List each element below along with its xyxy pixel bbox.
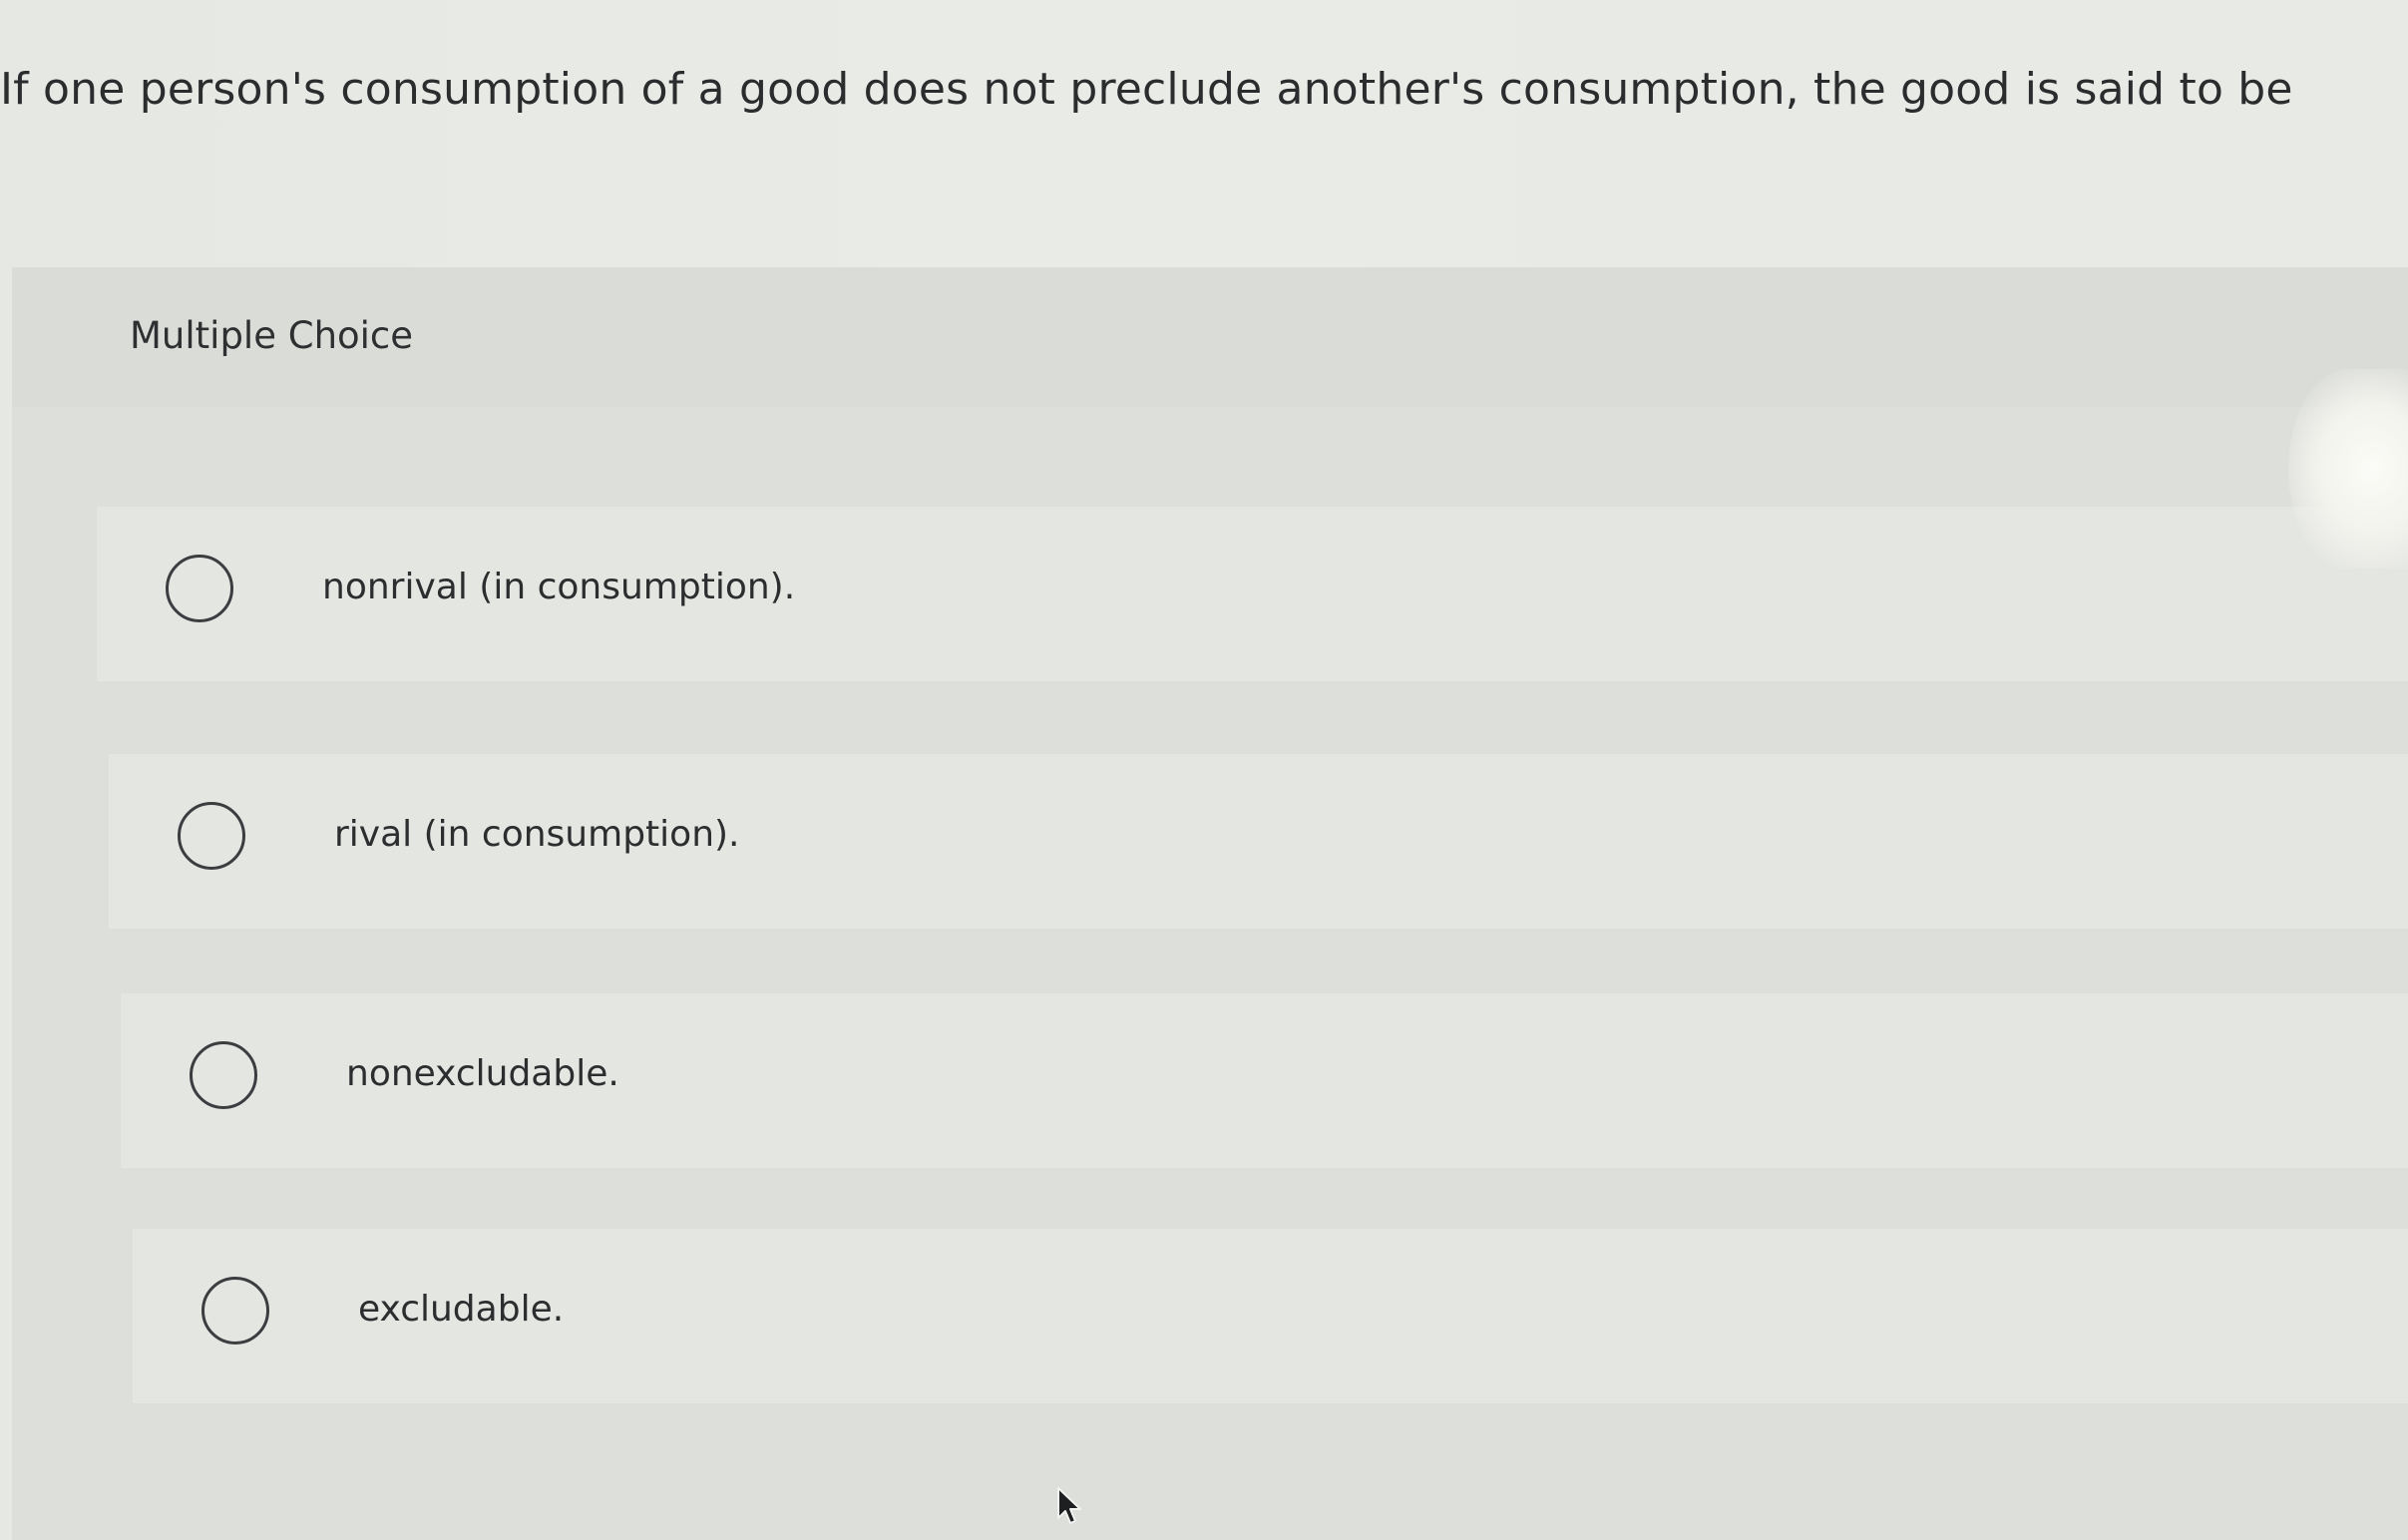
answer-option-2[interactable]: rival (in consumption). — [109, 754, 2408, 929]
radio-circle-icon[interactable] — [190, 1041, 257, 1109]
radio-circle-icon[interactable] — [201, 1277, 269, 1345]
answer-option-label[interactable]: rival (in consumption). — [334, 812, 740, 858]
answer-option-label[interactable]: nonexcludable. — [346, 1051, 619, 1097]
multiple-choice-header: Multiple Choice — [12, 267, 2408, 407]
answer-option-label[interactable]: excludable. — [358, 1287, 564, 1333]
answer-option-3[interactable]: nonexcludable. — [121, 993, 2408, 1168]
screen-glare — [2288, 369, 2408, 569]
radio-circle-icon[interactable] — [166, 555, 233, 622]
answer-option-1[interactable]: nonrival (in consumption). — [97, 507, 2408, 681]
answer-option-4[interactable]: excludable. — [133, 1229, 2408, 1403]
quiz-page: If one person's consumption of a good do… — [0, 0, 2408, 1540]
question-prompt: If one person's consumption of a good do… — [0, 64, 2293, 115]
multiple-choice-title: Multiple Choice — [130, 314, 414, 357]
multiple-choice-panel: Multiple Choice nonrival (in consumption… — [12, 267, 2408, 1540]
mouse-pointer-icon — [1057, 1487, 1081, 1524]
answer-option-label[interactable]: nonrival (in consumption). — [322, 565, 795, 610]
radio-circle-icon[interactable] — [178, 802, 245, 870]
